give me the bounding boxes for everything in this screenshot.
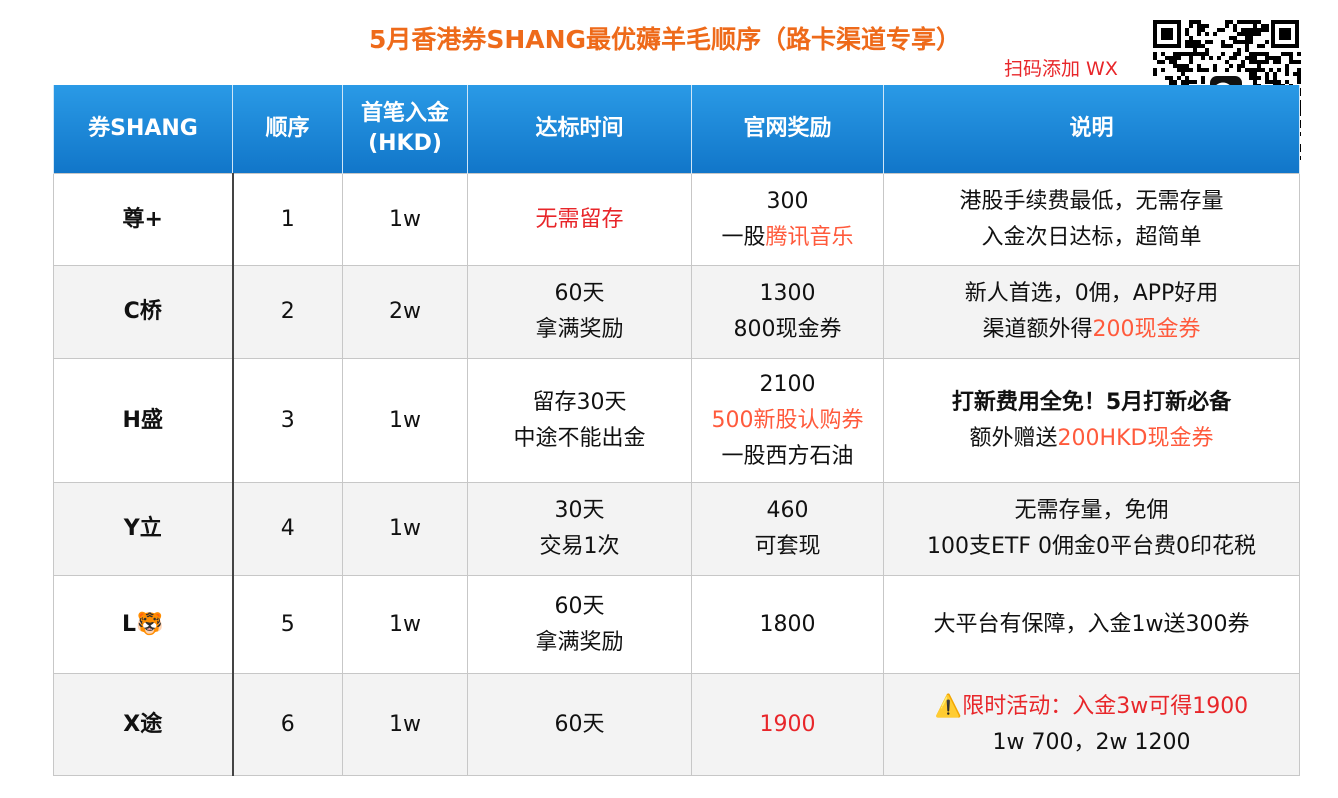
time-line: 交易1次 (539, 534, 620, 559)
table-row: Y立 4 1w 30天 交易1次 460 可套现 无需存量，免佣 100支ETF… (53, 482, 1300, 576)
notes-cell: 打新费用全免！5月打新必备 额外赠送200HKD现金券 (883, 358, 1300, 483)
notes-line: 额外赠送200HKD现金券 (888, 421, 1295, 457)
notes-text: 额外赠送 (969, 425, 1058, 451)
time-line: 中途不能出金 (513, 425, 646, 451)
notes-cell: 新人首选，0佣，APP好用 渠道额外得200现金券 (883, 265, 1300, 359)
table-row: L🐯 5 1w 60天 拿满奖励 1800 大平台有保障，入金1w送300券 (53, 575, 1300, 674)
scan-label: 扫码添加 WX (1004, 58, 1118, 80)
header-order: 顺序 (232, 85, 343, 174)
time-cell: 留存30天 中途不能出金 (467, 358, 692, 483)
notes-line: 港股手续费最低，无需存量 (959, 188, 1224, 214)
time-cell: 60天 (467, 673, 692, 776)
broker-table: 券SHANG 顺序 首笔入金 (HKD) 达标时间 官网奖励 说明 尊+ 1 1… (53, 85, 1300, 776)
notes-cell: 大平台有保障，入金1w送300券 (883, 575, 1300, 674)
notes-line: 1w 700，2w 1200 (992, 729, 1191, 755)
time-cell: 60天 拿满奖励 (467, 265, 692, 359)
reward-highlight: 1900 (759, 711, 816, 737)
reward-cell: 1800 (691, 575, 884, 674)
broker-name: L🐯 (53, 575, 234, 674)
table-header-row: 券SHANG 顺序 首笔入金 (HKD) 达标时间 官网奖励 说明 (53, 85, 1300, 174)
reward-cell: 2100 500新股认购券 一股西方石油 (691, 358, 884, 483)
notes-line: ⚠️限时活动：入金3w可得1900 (888, 689, 1295, 725)
time-line: 无需留存 (535, 206, 624, 232)
order-cell: 3 (232, 358, 343, 483)
header-broker: 券SHANG (53, 85, 233, 174)
notes-line: 打新费用全免！5月打新必备 (951, 389, 1232, 415)
deposit-cell: 1w (342, 575, 468, 674)
notes-line: 100支ETF 0佣金0平台费0印花税 (927, 534, 1256, 559)
reward-line: 可套现 (754, 534, 821, 559)
order-cell: 2 (232, 265, 343, 359)
table-row: X途 6 1w 60天 1900 ⚠️限时活动：入金3w可得1900 1w 70… (53, 673, 1300, 776)
notes-line: 渠道额外得200现金券 (888, 312, 1295, 348)
deposit-cell: 2w (342, 265, 468, 359)
header-deposit-line2: (HKD) (368, 131, 442, 156)
deposit-cell: 1w (342, 482, 468, 576)
broker-name: Y立 (53, 482, 234, 576)
header-time: 达标时间 (467, 85, 692, 174)
notes-text: 渠道额外得 (982, 317, 1093, 342)
time-line: 拿满奖励 (535, 629, 624, 655)
reward-line: 2100 (759, 371, 816, 397)
broker-name: X途 (53, 673, 234, 776)
header-notes: 说明 (883, 85, 1300, 174)
time-line: 60天 (554, 281, 605, 306)
notes-cell: ⚠️限时活动：入金3w可得1900 1w 700，2w 1200 (883, 673, 1300, 776)
reward-line: 300 (766, 188, 809, 214)
time-cell: 30天 交易1次 (467, 482, 692, 576)
time-line: 60天 (554, 593, 605, 619)
time-line: 拿满奖励 (535, 317, 624, 342)
reward-cell: 1300 800现金券 (691, 265, 884, 359)
order-cell: 1 (232, 173, 343, 266)
time-cell: 无需留存 (467, 173, 692, 266)
notes-highlight: 200HKD现金券 (1057, 425, 1214, 451)
reward-line: 800现金券 (733, 317, 842, 342)
reward-line: 一股腾讯音乐 (696, 220, 879, 256)
broker-name: H盛 (53, 358, 234, 483)
deposit-cell: 1w (342, 173, 468, 266)
table-row: 尊+ 1 1w 无需留存 300 一股腾讯音乐 港股手续费最低，无需存量 入金次… (53, 173, 1300, 266)
notes-line: 入金次日达标，超简单 (981, 224, 1202, 250)
table-row: H盛 3 1w 留存30天 中途不能出金 2100 500新股认购券 一股西方石… (53, 358, 1300, 483)
reward-cell: 1900 (691, 673, 884, 776)
header-deposit-line1: 首笔入金 (360, 101, 449, 126)
reward-highlight: 腾讯音乐 (765, 224, 854, 250)
order-cell: 4 (232, 482, 343, 576)
notes-cell: 无需存量，免佣 100支ETF 0佣金0平台费0印花税 (883, 482, 1300, 576)
warning-icon: ⚠️ (934, 693, 963, 719)
page-title: 5月香港券SHANG最优薅羊毛顺序（路卡渠道专享） (368, 25, 962, 54)
deposit-cell: 1w (342, 358, 468, 483)
reward-line: 一股西方石油 (721, 443, 854, 469)
order-cell: 5 (232, 575, 343, 674)
notes-line: 大平台有保障，入金1w送300券 (933, 611, 1250, 637)
reward-line: 1300 (759, 281, 816, 306)
notes-line: 新人首选，0佣，APP好用 (964, 281, 1219, 306)
reward-highlight: 500新股认购券 (711, 407, 864, 433)
broker-name: C桥 (53, 265, 234, 359)
time-line: 60天 (554, 711, 605, 737)
order-cell: 6 (232, 673, 343, 776)
table-row: C桥 2 2w 60天 拿满奖励 1300 800现金券 新人首选，0佣，APP… (53, 265, 1300, 359)
time-cell: 60天 拿满奖励 (467, 575, 692, 674)
notes-line: 无需存量，免佣 (1014, 498, 1169, 523)
reward-text: 一股 (721, 224, 766, 250)
reward-line: 460 (766, 498, 809, 523)
reward-cell: 300 一股腾讯音乐 (691, 173, 884, 266)
header-deposit: 首笔入金 (HKD) (342, 85, 468, 174)
reward-cell: 460 可套现 (691, 482, 884, 576)
notes-text: 限时活动：入金3w可得1900 (962, 693, 1249, 719)
reward-line: 1800 (759, 611, 816, 637)
deposit-cell: 1w (342, 673, 468, 776)
time-line: 留存30天 (532, 389, 627, 415)
notes-cell: 港股手续费最低，无需存量 入金次日达标，超简单 (883, 173, 1300, 266)
time-line: 30天 (554, 498, 605, 523)
notes-highlight: 200现金券 (1092, 317, 1201, 342)
header-reward: 官网奖励 (691, 85, 884, 174)
broker-name: 尊+ (53, 173, 234, 266)
